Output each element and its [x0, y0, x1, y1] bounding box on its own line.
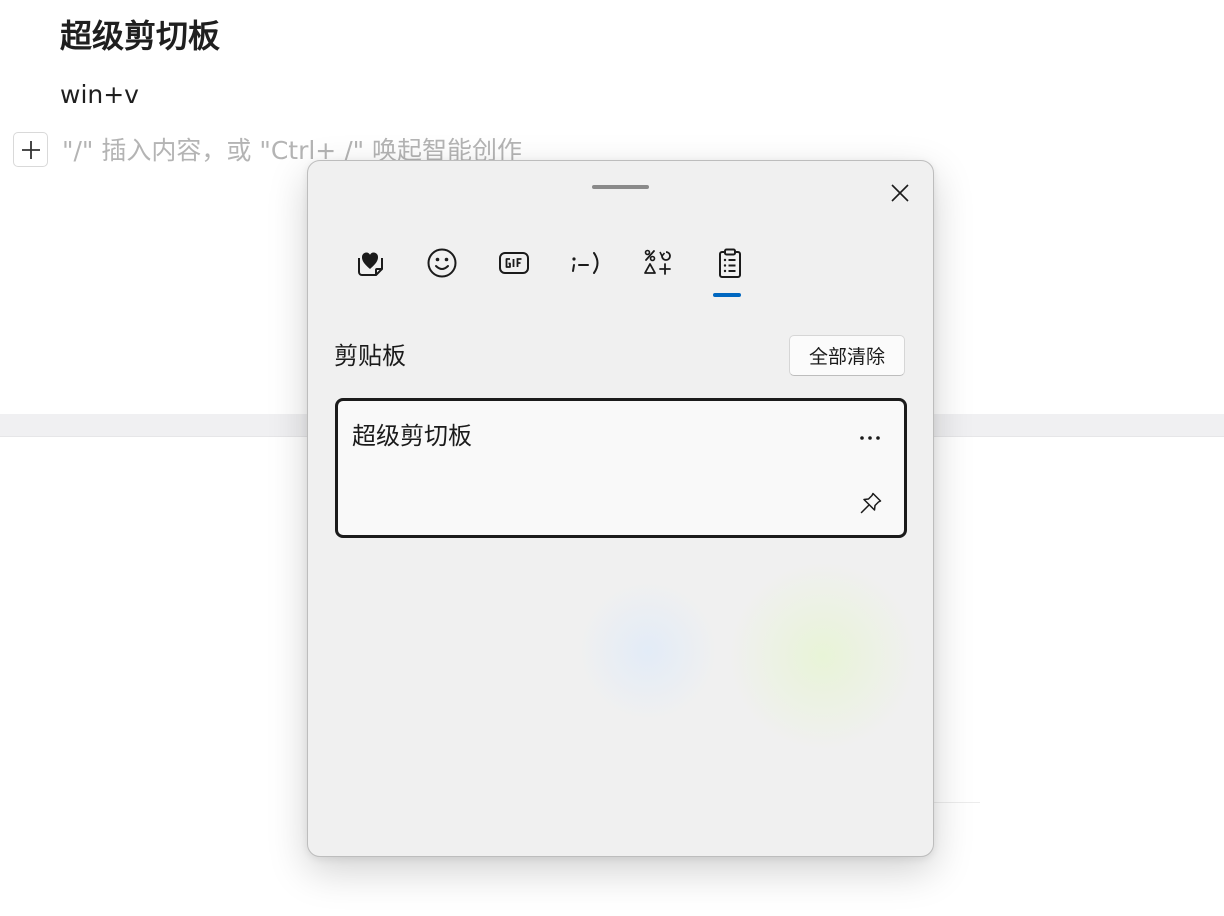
- clear-all-button[interactable]: 全部清除: [789, 335, 905, 376]
- document-text-line[interactable]: win+v: [60, 78, 139, 112]
- more-icon: [860, 436, 880, 440]
- add-block-button[interactable]: [13, 132, 48, 167]
- tab-emoji[interactable]: [406, 233, 478, 293]
- gif-icon: [499, 252, 529, 274]
- background-glow: [578, 581, 718, 721]
- smiley-icon: [427, 248, 457, 278]
- tab-symbols[interactable]: [622, 233, 694, 293]
- symbols-icon: [644, 249, 671, 275]
- pin-button[interactable]: [853, 488, 889, 518]
- drag-handle[interactable]: [592, 185, 649, 189]
- document-title: 超级剪切板: [60, 17, 221, 55]
- background-glow: [728, 561, 918, 751]
- clipboard-panel: 剪贴板 全部清除 超级剪切板: [307, 160, 934, 857]
- plus-icon: [21, 140, 40, 159]
- close-button[interactable]: [880, 173, 920, 213]
- category-tabs: [334, 233, 774, 303]
- clipboard-item-text: 超级剪切板: [352, 422, 472, 450]
- selected-tab-indicator: [713, 293, 741, 297]
- tab-kaomoji[interactable]: [550, 233, 622, 293]
- tab-favorites[interactable]: [334, 233, 406, 293]
- clipboard-history-item[interactable]: 超级剪切板: [335, 398, 907, 538]
- pin-icon: [860, 492, 882, 514]
- tab-clipboard[interactable]: [694, 233, 766, 293]
- kaomoji-icon: [572, 252, 599, 274]
- clipboard-icon: [719, 248, 741, 278]
- clipboard-section-title: 剪贴板: [334, 342, 406, 370]
- heart-sticker-icon: [358, 252, 383, 276]
- close-icon: [891, 184, 909, 202]
- more-options-button[interactable]: [850, 423, 890, 453]
- tab-gif[interactable]: [478, 233, 550, 293]
